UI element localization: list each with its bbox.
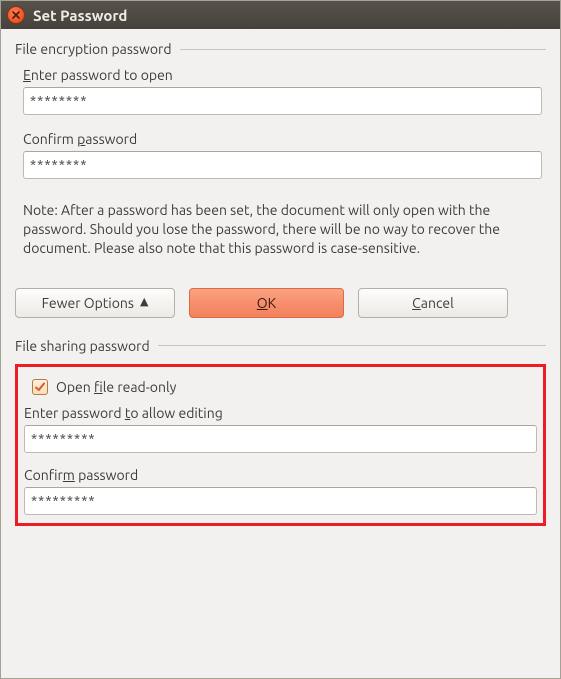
set-password-dialog: Set Password File encryption password En…: [0, 0, 561, 679]
sharing-highlight-box: Open file read-only Enter password to al…: [15, 364, 546, 526]
sharing-section: File sharing password Open file read-onl…: [15, 338, 546, 526]
readonly-checkbox-label: Open file read-only: [56, 379, 176, 395]
encryption-group-label: File encryption password: [15, 41, 546, 57]
options-toggle-label: Fewer Options: [42, 295, 134, 311]
sharing-group-text: File sharing password: [15, 338, 150, 354]
confirm-password-edit-label: Confirm password: [24, 467, 537, 483]
window-title: Set Password: [33, 7, 127, 24]
chevron-up-icon: ▲: [140, 297, 148, 308]
close-button[interactable]: [7, 6, 25, 24]
divider: [158, 345, 546, 346]
confirm-password-open-input[interactable]: [23, 151, 542, 179]
enter-password-open-label: Enter password to open: [23, 67, 542, 83]
divider: [180, 49, 546, 50]
close-icon: [11, 10, 21, 20]
readonly-checkbox-row: Open file read-only: [32, 379, 537, 395]
ok-button[interactable]: OK: [189, 288, 344, 318]
confirm-password-edit-input[interactable]: [24, 487, 537, 515]
sharing-group-label: File sharing password: [15, 338, 546, 354]
button-row: Fewer Options ▲ OK Cancel: [15, 288, 546, 318]
enter-password-edit-input[interactable]: [24, 425, 537, 453]
titlebar: Set Password: [1, 1, 560, 29]
confirm-password-open-label: Confirm password: [23, 131, 542, 147]
check-icon: [34, 381, 46, 393]
options-toggle-button[interactable]: Fewer Options ▲: [15, 288, 175, 318]
password-note: Note: After a password has been set, the…: [23, 201, 542, 258]
readonly-checkbox[interactable]: [32, 379, 48, 395]
encryption-fields: Enter password to open Confirm password …: [15, 67, 546, 258]
cancel-button[interactable]: Cancel: [358, 288, 508, 318]
enter-password-open-input[interactable]: [23, 87, 542, 115]
dialog-content: File encryption password Enter password …: [1, 29, 560, 678]
encryption-group-text: File encryption password: [15, 41, 172, 57]
enter-password-edit-label: Enter password to allow editing: [24, 405, 537, 421]
